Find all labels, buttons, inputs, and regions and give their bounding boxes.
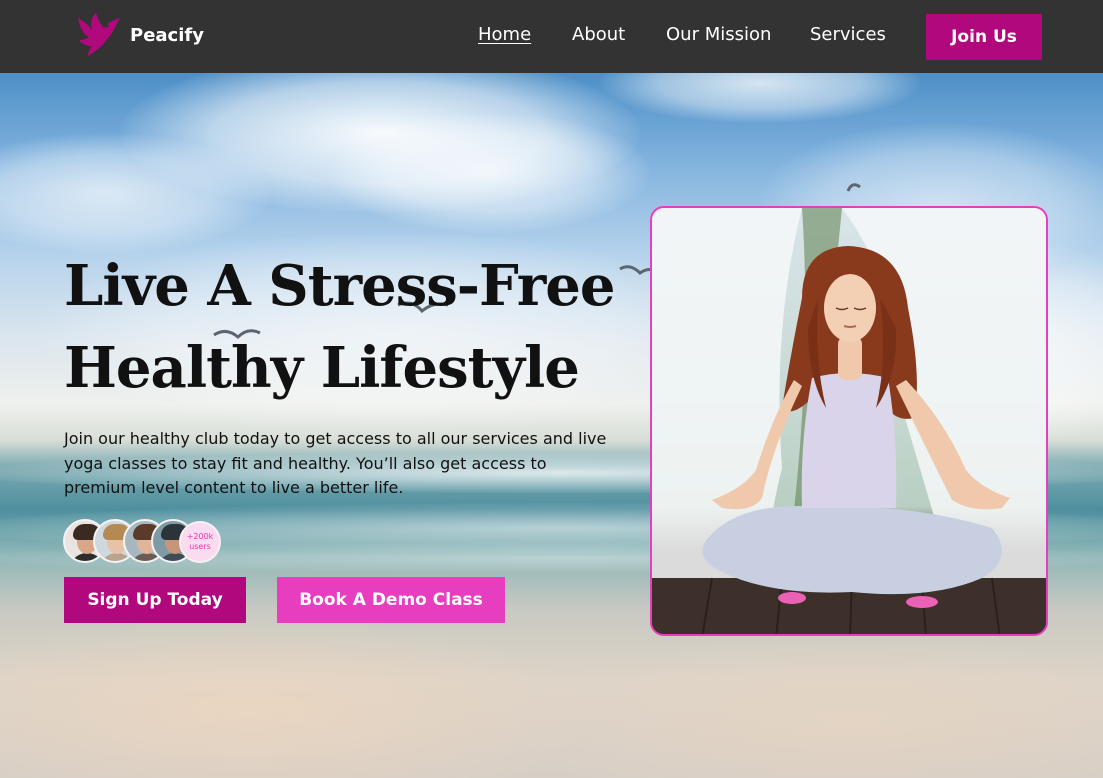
- nav-link-about[interactable]: About: [572, 24, 625, 45]
- nav-link-home[interactable]: Home: [478, 24, 531, 45]
- yoga-photo: [650, 206, 1048, 636]
- nav-link-services[interactable]: Services: [810, 24, 886, 45]
- nav-link-our-mission[interactable]: Our Mission: [666, 24, 771, 45]
- hero-headline-line-2: Healthy Lifestyle: [64, 335, 580, 401]
- dove-icon: [78, 13, 120, 56]
- meditating-woman-illustration: [652, 208, 1046, 634]
- hero-description: Join our healthy club today to get acces…: [64, 429, 607, 497]
- sign-up-button[interactable]: Sign Up Today: [64, 577, 246, 623]
- brand-name: Peacify: [130, 24, 204, 46]
- book-demo-button[interactable]: Book A Demo Class: [277, 577, 505, 623]
- brand-logo[interactable]: Peacify: [74, 12, 204, 58]
- users-count: +200k: [186, 532, 214, 541]
- users-count-badge: +200k users: [179, 521, 221, 563]
- hero-headline-line-1: Live A Stress-Free: [64, 253, 616, 319]
- users-label: users: [189, 542, 211, 551]
- member-avatars: +200k users: [63, 519, 233, 565]
- top-navbar: Peacify Home About Our Mission Services …: [0, 0, 1103, 73]
- join-us-button[interactable]: Join Us: [926, 14, 1042, 60]
- hero-headline: Live A Stress-Free Healthy Lifestyle: [64, 245, 624, 409]
